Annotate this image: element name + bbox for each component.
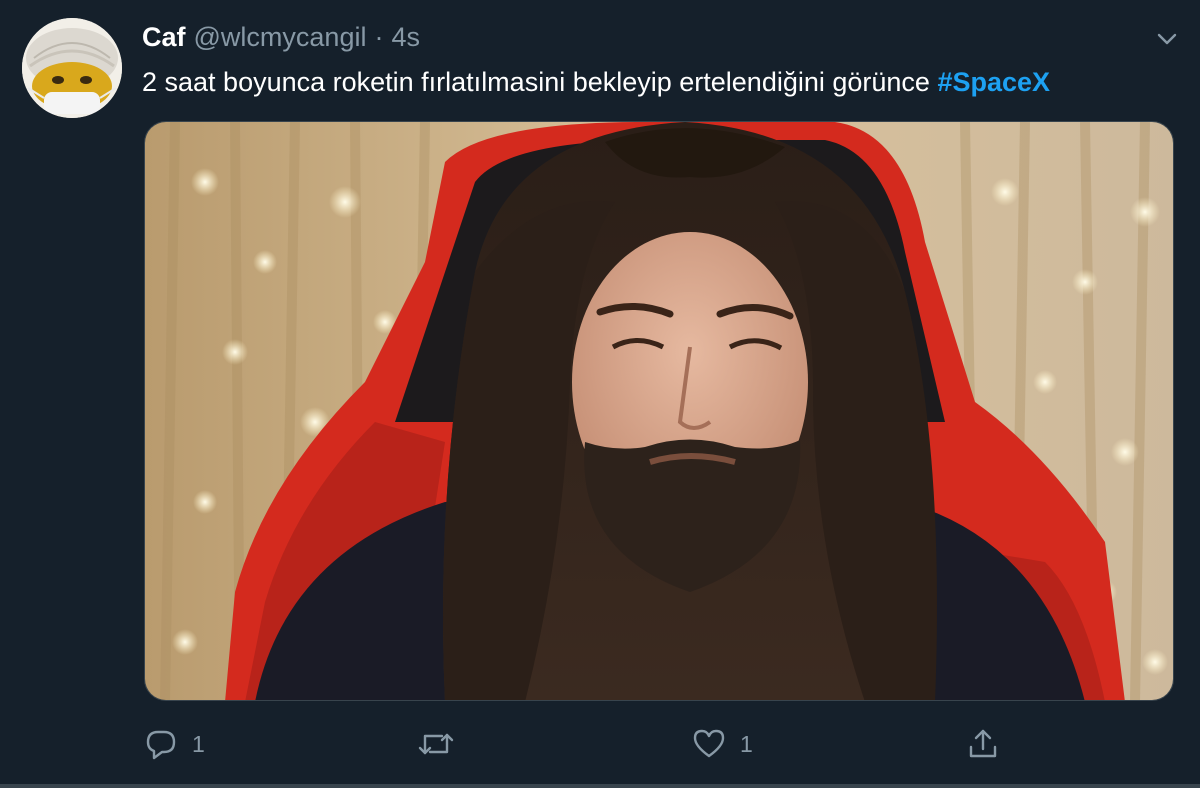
tweet-header: Caf @wlcmycangil · 4s (142, 22, 420, 58)
tweet-card[interactable]: Caf @wlcmycangil · 4s 2 saat boyunca rok… (0, 0, 1200, 788)
tweet-media[interactable] (144, 121, 1174, 701)
like-count: 1 (740, 730, 753, 757)
reply-button[interactable]: 1 (144, 722, 205, 766)
tweet-text: 2 saat boyunca roketin fırlatılmasini be… (142, 64, 1050, 100)
action-bar: 1 1 (144, 722, 1144, 766)
share-button[interactable] (966, 722, 1000, 766)
media-image (145, 122, 1173, 700)
divider (0, 784, 1200, 788)
chevron-down-icon[interactable] (1154, 26, 1180, 52)
retweet-icon (418, 733, 454, 755)
user-handle[interactable]: @wlcmycangil (194, 22, 367, 53)
reply-count: 1 (192, 730, 205, 757)
tweet-body: 2 saat boyunca roketin fırlatılmasini be… (142, 67, 930, 97)
timestamp[interactable]: 4s (391, 22, 420, 53)
heart-icon (693, 729, 725, 758)
share-icon (969, 729, 997, 758)
separator-dot: · (374, 22, 384, 52)
retweet-button[interactable] (416, 722, 470, 766)
avatar-image (22, 18, 122, 118)
like-button[interactable]: 1 (692, 722, 753, 766)
reply-icon (146, 730, 176, 760)
hashtag-link[interactable]: #SpaceX (937, 67, 1050, 97)
display-name[interactable]: Caf (142, 22, 186, 53)
avatar[interactable] (22, 18, 122, 118)
